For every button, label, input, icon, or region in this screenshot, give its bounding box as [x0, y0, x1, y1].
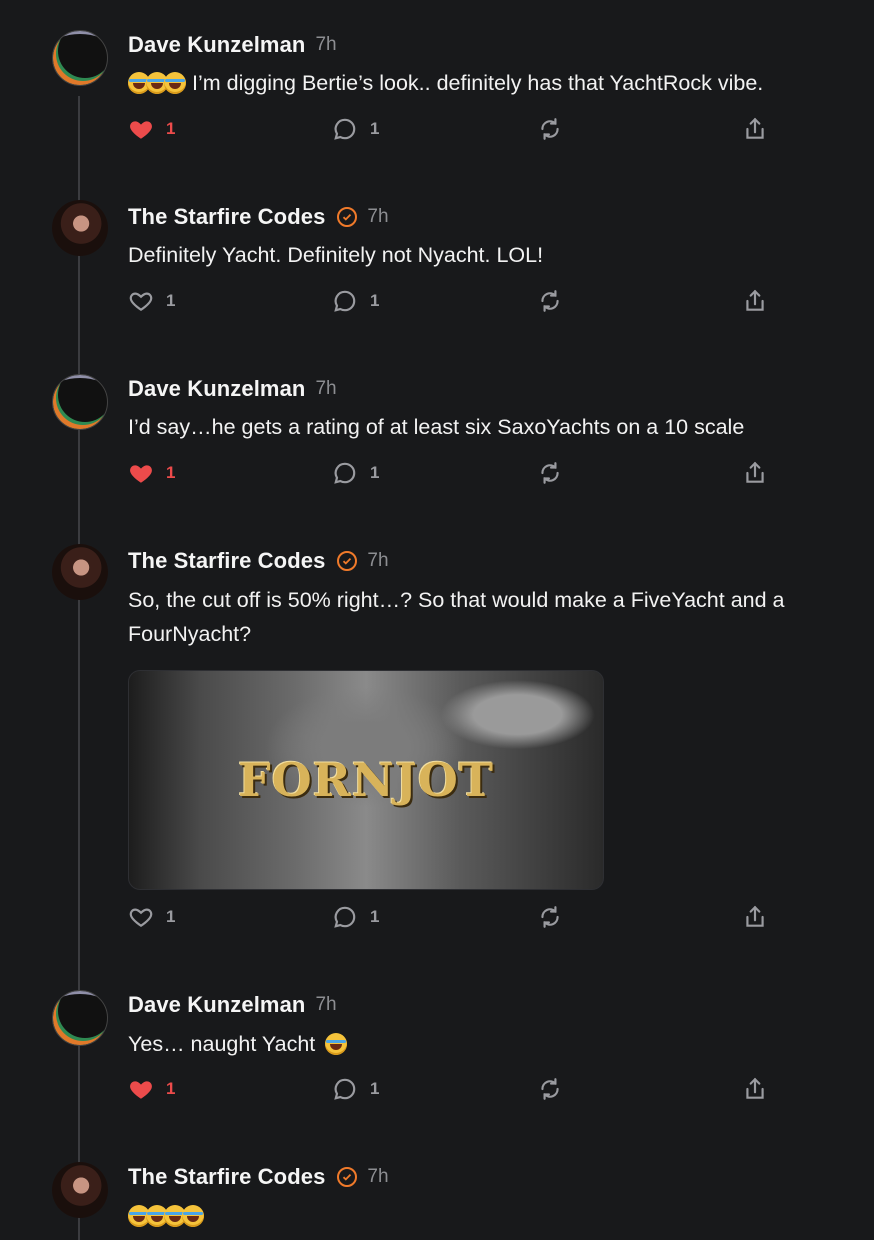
reply-count: 1 — [370, 291, 380, 310]
post-time[interactable]: 7h — [315, 994, 336, 1016]
reply-button[interactable]: 1 — [332, 288, 379, 314]
like-button[interactable]: 1 — [128, 904, 175, 930]
repost-icon — [541, 1078, 559, 1100]
like-count: 1 — [166, 119, 176, 138]
laughing-emoji-group — [128, 66, 186, 100]
heart-icon — [129, 908, 153, 927]
repost-button[interactable] — [537, 288, 563, 314]
post-header: Dave Kunzelman 7h — [128, 992, 337, 1018]
post-header: The Starfire Codes 7h — [128, 204, 389, 230]
post-text: Definitely Yacht. Definitely not Nyacht.… — [128, 243, 544, 267]
avatar[interactable] — [52, 30, 108, 86]
like-count: 1 — [166, 463, 176, 482]
post-time[interactable]: 7h — [315, 378, 336, 400]
post-actions: 1 1 — [0, 460, 874, 492]
reply-count: 1 — [370, 463, 380, 482]
share-icon — [746, 117, 764, 139]
verified-badge-icon — [337, 551, 358, 571]
post-time[interactable]: 7h — [367, 1166, 388, 1188]
like-count: 1 — [166, 291, 176, 310]
repost-button[interactable] — [537, 1076, 563, 1102]
reply-count: 1 — [370, 119, 380, 138]
like-button[interactable]: 1 — [128, 116, 175, 142]
post-actions: 1 1 — [0, 904, 874, 936]
reply-button[interactable]: 1 — [332, 1076, 379, 1102]
post-actions: 1 1 — [0, 1076, 874, 1108]
heart-filled-icon — [130, 465, 152, 483]
reply-count: 1 — [370, 1079, 380, 1098]
like-button[interactable]: 1 — [128, 460, 175, 486]
author-name[interactable]: The Starfire Codes — [128, 548, 325, 574]
repost-button[interactable] — [537, 460, 563, 486]
post-header: The Starfire Codes 7h — [128, 1164, 389, 1190]
comment-icon — [334, 290, 356, 312]
repost-button[interactable] — [537, 116, 563, 142]
post-actions: 1 1 — [0, 116, 874, 148]
like-button[interactable]: 1 — [128, 288, 175, 314]
post-header: The Starfire Codes 7h — [128, 548, 389, 574]
like-count: 1 — [166, 1079, 176, 1098]
author-name[interactable]: The Starfire Codes — [128, 204, 325, 230]
like-button[interactable]: 1 — [128, 1076, 175, 1102]
avatar[interactable] — [52, 990, 108, 1046]
post-text: So, the cut off is 50% right…? So that w… — [128, 588, 785, 646]
share-button[interactable] — [742, 904, 768, 930]
avatar[interactable] — [52, 544, 108, 600]
post-time[interactable]: 7h — [367, 550, 388, 572]
heart-filled-icon — [130, 121, 152, 139]
post-text: Yes… naught Yacht — [128, 1032, 316, 1056]
repost-icon — [541, 290, 559, 312]
post-image[interactable]: FORNJOT — [128, 670, 604, 890]
post-text-container: Yes… naught Yacht — [128, 1027, 848, 1061]
author-name[interactable]: Dave Kunzelman — [128, 376, 305, 402]
like-count: 1 — [166, 907, 176, 926]
post-header: Dave Kunzelman 7h — [128, 376, 337, 402]
share-icon — [746, 905, 764, 927]
comment-icon — [334, 462, 356, 484]
reply-count: 1 — [370, 907, 380, 926]
post-text-container: I’m digging Bertie’s look.. definitely h… — [128, 66, 848, 100]
author-name[interactable]: The Starfire Codes — [128, 1164, 325, 1190]
comment-icon — [334, 118, 356, 140]
author-name[interactable]: Dave Kunzelman — [128, 992, 305, 1018]
comment-icon — [334, 1078, 356, 1100]
verified-badge-icon — [337, 207, 358, 227]
heart-icon — [129, 292, 153, 311]
repost-icon — [541, 462, 559, 484]
author-name[interactable]: Dave Kunzelman — [128, 32, 305, 58]
laughing-emoji — [164, 72, 186, 94]
repost-icon — [541, 118, 559, 140]
share-button[interactable] — [742, 1076, 768, 1102]
avatar[interactable] — [52, 374, 108, 430]
heart-filled-icon — [130, 1081, 152, 1099]
reply-button[interactable]: 1 — [332, 116, 379, 142]
share-icon — [746, 461, 764, 483]
avatar[interactable] — [52, 200, 108, 256]
share-icon — [746, 289, 764, 311]
post-header: Dave Kunzelman 7h — [128, 32, 337, 58]
share-button[interactable] — [742, 460, 768, 486]
thread-line — [78, 96, 80, 1240]
verified-badge-icon — [337, 1167, 358, 1187]
comment-icon — [334, 906, 356, 928]
avatar[interactable] — [52, 1162, 108, 1218]
share-button[interactable] — [742, 116, 768, 142]
laughing-emoji — [325, 1033, 348, 1055]
post-actions: 1 1 — [0, 288, 874, 320]
laughing-emoji-group — [128, 1199, 204, 1233]
repost-icon — [541, 906, 559, 928]
post-text: I’m digging Bertie’s look.. definitely h… — [192, 71, 764, 95]
post-time[interactable]: 7h — [315, 34, 336, 56]
image-title-text: FORNJOT — [237, 753, 495, 807]
reply-button[interactable]: 1 — [332, 460, 379, 486]
share-icon — [746, 1077, 764, 1099]
laughing-emoji — [182, 1205, 204, 1227]
post-time[interactable]: 7h — [367, 206, 388, 228]
repost-button[interactable] — [537, 904, 563, 930]
post-text-container — [128, 1199, 848, 1233]
reply-button[interactable]: 1 — [332, 904, 379, 930]
share-button[interactable] — [742, 288, 768, 314]
post-text: I’d say…he gets a rating of at least six… — [128, 415, 745, 439]
